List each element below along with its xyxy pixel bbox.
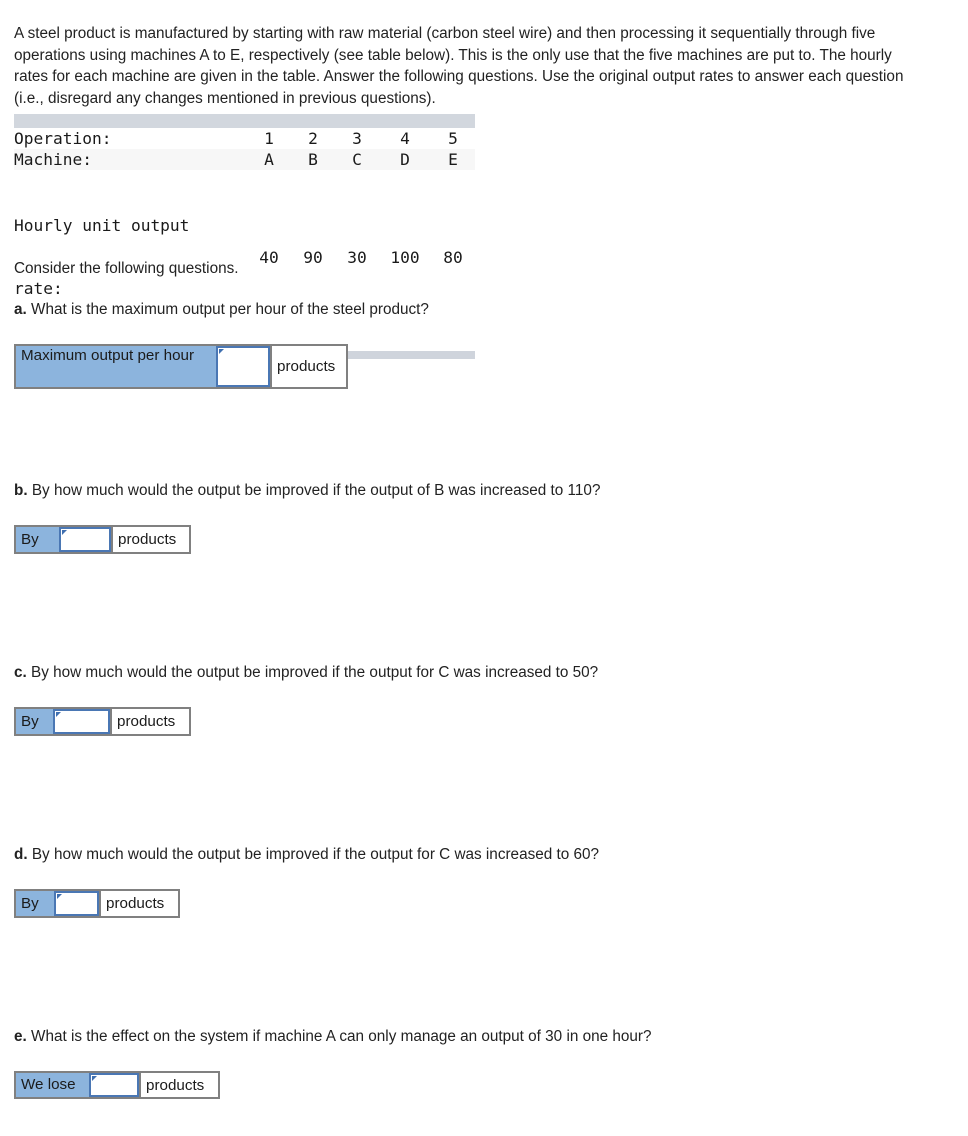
rates-table-container: Operation: 1 2 3 4 5 Machine: A B C D E … bbox=[14, 114, 475, 359]
question-e: e. What is the effect on the system if m… bbox=[14, 1026, 652, 1047]
answer-b-input[interactable] bbox=[61, 529, 109, 550]
answer-a-input-cell[interactable] bbox=[216, 346, 270, 387]
comment-marker-icon bbox=[62, 530, 67, 535]
answer-d-unit: products bbox=[99, 891, 178, 916]
rates-row-label: Machine: bbox=[14, 149, 247, 170]
question-b: b. By how much would the output be impro… bbox=[14, 480, 600, 501]
answer-e-input[interactable] bbox=[91, 1075, 137, 1095]
comment-marker-icon bbox=[92, 1076, 97, 1081]
rates-cell: 2 bbox=[308, 129, 318, 148]
answer-a-label: Maximum output per hour bbox=[16, 346, 216, 387]
question-e-letter: e. bbox=[14, 1028, 32, 1045]
answer-d-input-cell[interactable] bbox=[54, 891, 99, 916]
answer-e-input-cell[interactable] bbox=[89, 1073, 139, 1097]
rates-cell: 4 bbox=[400, 129, 410, 148]
answer-b-label: By bbox=[16, 527, 59, 552]
question-b-text: By how much would the output be improved… bbox=[31, 482, 601, 499]
rates-row-label-line2: rate: bbox=[14, 279, 63, 298]
rates-cell: A bbox=[247, 149, 291, 170]
rates-table-top-band bbox=[14, 114, 475, 128]
comment-marker-icon bbox=[57, 894, 62, 899]
answer-e-unit: products bbox=[139, 1073, 218, 1097]
answer-row-c: By products bbox=[14, 707, 191, 736]
rates-row-label: Operation: bbox=[14, 129, 112, 148]
rates-cell: D bbox=[379, 149, 431, 170]
lead-text: Consider the following questions. bbox=[14, 260, 239, 277]
table-row: Machine: A B C D E bbox=[14, 149, 475, 170]
answer-row-e: We lose products bbox=[14, 1071, 220, 1099]
answer-c-input[interactable] bbox=[55, 711, 108, 732]
answer-c-label: By bbox=[16, 709, 53, 734]
answer-c-unit: products bbox=[110, 709, 189, 734]
question-a: a. What is the maximum output per hour o… bbox=[14, 299, 429, 320]
rates-row-label-line1: Hourly unit output bbox=[14, 216, 190, 235]
rates-cell: 3 bbox=[352, 129, 362, 148]
answer-d-label: By bbox=[16, 891, 54, 916]
rates-cell: E bbox=[431, 149, 475, 170]
comment-marker-icon bbox=[56, 712, 61, 717]
answer-row-a: Maximum output per hour products bbox=[14, 344, 348, 389]
question-c-letter: c. bbox=[14, 664, 32, 681]
question-d-letter: d. bbox=[14, 846, 32, 863]
rates-cell: 80 bbox=[443, 247, 463, 267]
answer-a-input[interactable] bbox=[218, 348, 268, 385]
question-a-letter: a. bbox=[14, 301, 32, 318]
question-d: d. By how much would the output be impro… bbox=[14, 844, 599, 865]
question-b-letter: b. bbox=[14, 482, 32, 499]
rates-cell: 5 bbox=[448, 129, 458, 148]
answer-b-input-cell[interactable] bbox=[59, 527, 111, 552]
rates-cell: 1 bbox=[264, 129, 274, 148]
intro-paragraph: A steel product is manufactured by start… bbox=[14, 25, 904, 107]
question-d-text: By how much would the output be improved… bbox=[31, 846, 600, 863]
answer-e-label: We lose bbox=[16, 1073, 89, 1097]
question-c: c. By how much would the output be impro… bbox=[14, 662, 598, 683]
question-a-text: What is the maximum output per hour of t… bbox=[31, 301, 429, 318]
comment-marker-icon bbox=[219, 349, 224, 354]
answer-b-unit: products bbox=[111, 527, 189, 552]
table-row: Operation: 1 2 3 4 5 bbox=[14, 128, 475, 149]
rates-cell: B bbox=[291, 149, 335, 170]
question-e-text: What is the effect on the system if mach… bbox=[31, 1028, 652, 1045]
answer-c-input-cell[interactable] bbox=[53, 709, 110, 734]
answer-d-input[interactable] bbox=[56, 893, 97, 914]
answer-row-b: By products bbox=[14, 525, 191, 554]
rates-cell: C bbox=[335, 149, 379, 170]
question-c-text: By how much would the output be improved… bbox=[31, 664, 599, 681]
answer-row-d: By products bbox=[14, 889, 180, 918]
answer-a-unit: products bbox=[270, 346, 346, 387]
